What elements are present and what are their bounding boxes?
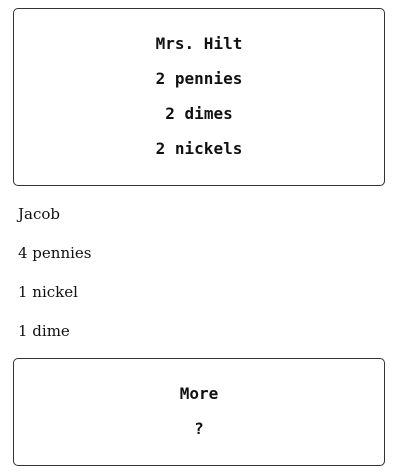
card-title: More — [179, 384, 219, 403]
card-title: Mrs. Hilt — [155, 34, 243, 53]
card-line: 2 pennies — [155, 69, 243, 88]
section-line: 1 nickel — [18, 283, 78, 301]
card-line: 2 dimes — [165, 104, 233, 123]
section-line: 4 pennies — [18, 244, 92, 262]
mrs-hilt-card: Mrs. Hilt 2 pennies 2 dimes 2 nickels — [13, 8, 385, 186]
card-line: 2 nickels — [155, 139, 243, 158]
section-title: Jacob — [18, 205, 60, 223]
section-line: 1 dime — [18, 322, 70, 340]
question-mark: ? — [194, 419, 204, 438]
more-card: More ? — [13, 358, 385, 466]
